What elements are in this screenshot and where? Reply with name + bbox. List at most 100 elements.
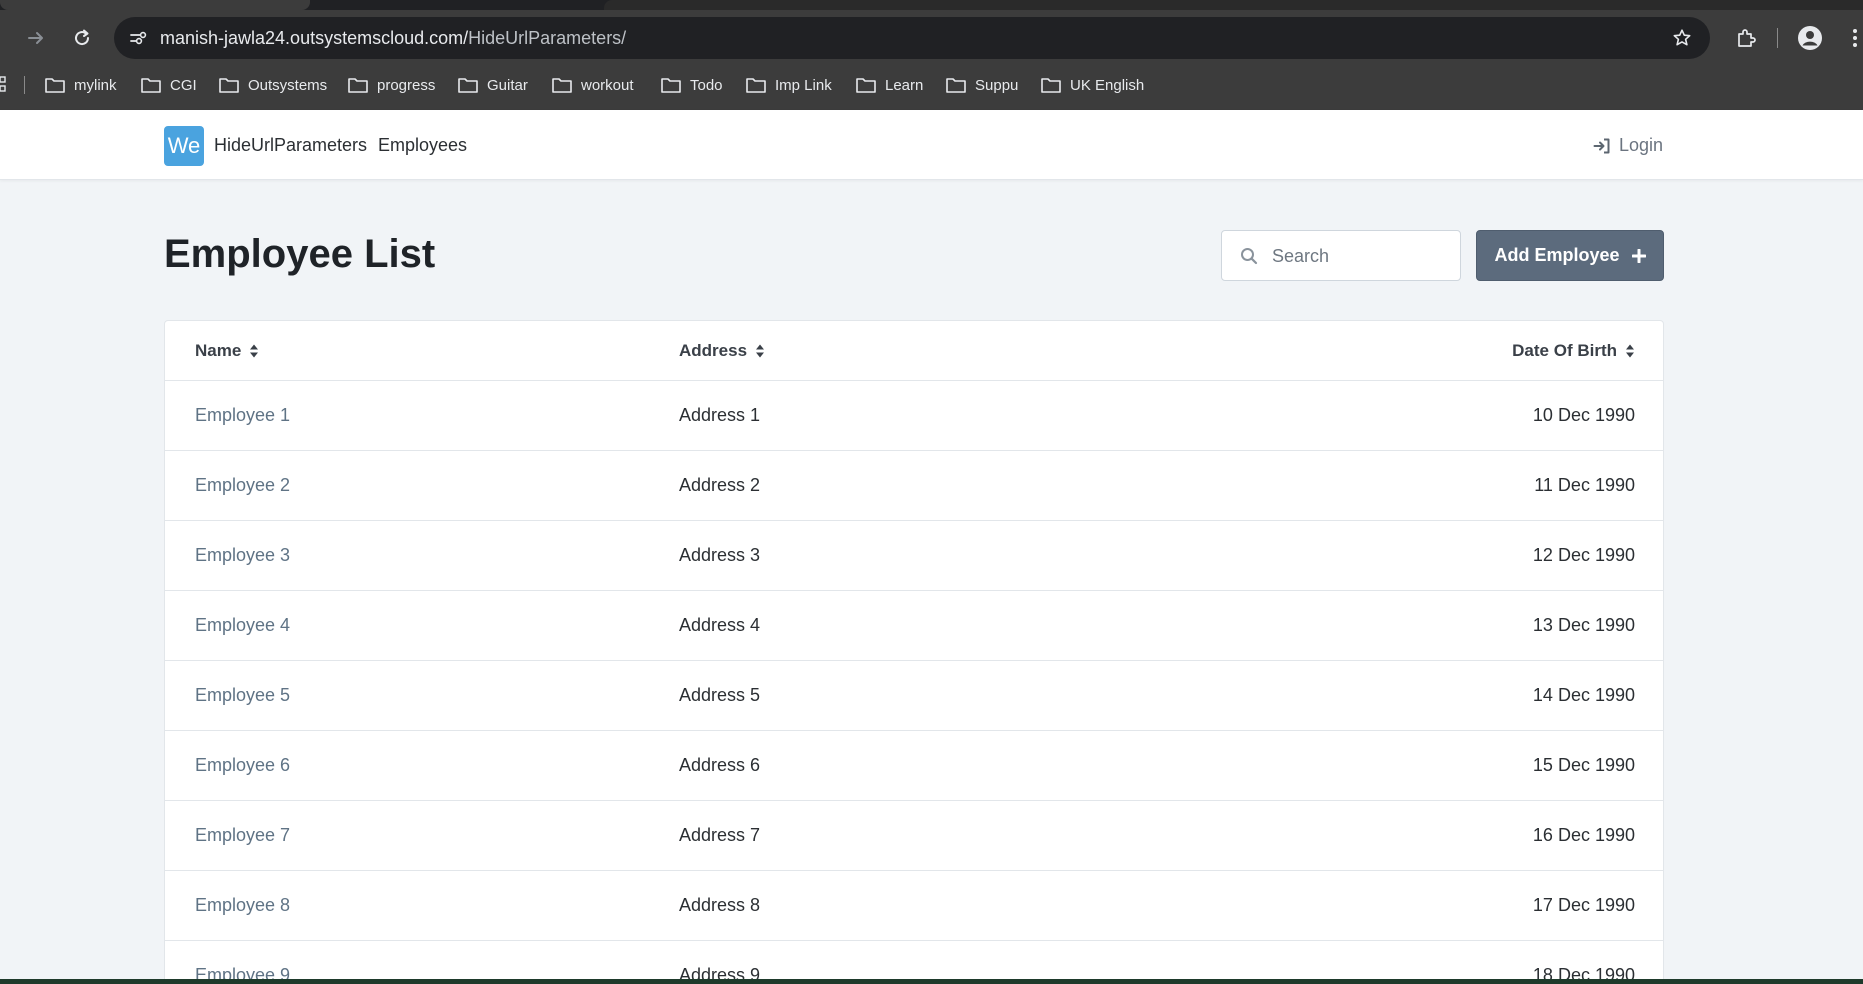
bookmark-guitar[interactable]: Guitar <box>457 72 528 98</box>
bookmark-progress[interactable]: progress <box>347 72 435 98</box>
bookmarks-divider <box>24 76 25 94</box>
bookmark-learn[interactable]: Learn <box>855 72 923 98</box>
folder-icon <box>141 78 161 93</box>
column-header-date-of-birth[interactable]: Date Of Birth <box>1512 341 1635 361</box>
menu-dots-icon[interactable] <box>1846 14 1863 62</box>
employee-table: Name Address Date Of Birth Employee 1 Ad… <box>164 320 1664 984</box>
bookmark-label: mylink <box>74 76 117 94</box>
bookmark-label: Guitar <box>487 76 528 94</box>
column-header-address[interactable]: Address <box>679 341 765 361</box>
table-row: Employee 5 Address 5 14 Dec 1990 <box>165 661 1663 731</box>
url-text[interactable]: manish-jawla24.outsystemscloud.com/HideU… <box>160 28 626 49</box>
tab-strip <box>0 0 1863 10</box>
add-employee-button[interactable]: Add Employee <box>1476 230 1664 281</box>
url-host: manish-jawla24.outsystemscloud.com/ <box>160 28 469 48</box>
table-row: Employee 4 Address 4 13 Dec 1990 <box>165 591 1663 661</box>
employee-name-link[interactable]: Employee 5 <box>195 685 290 706</box>
bookmark-uk-english[interactable]: UK English <box>1040 72 1144 98</box>
employee-address: Address 8 <box>679 895 761 915</box>
employee-address: Address 4 <box>679 615 761 635</box>
folder-icon <box>856 78 876 93</box>
table-row: Employee 6 Address 6 15 Dec 1990 <box>165 731 1663 801</box>
bookmark-label: Imp Link <box>775 76 832 94</box>
search-box[interactable] <box>1221 230 1461 281</box>
folder-icon <box>219 78 239 93</box>
table-header: Name Address Date Of Birth <box>165 321 1663 381</box>
employee-name-link[interactable]: Employee 2 <box>195 475 290 496</box>
employee-address: Address 2 <box>679 475 761 495</box>
bookmark-outsystems[interactable]: Outsystems <box>218 72 327 98</box>
bookmark-todo[interactable]: Todo <box>660 72 723 98</box>
column-header-label: Address <box>679 341 748 360</box>
employee-address: Address 5 <box>679 685 761 705</box>
browser-tab[interactable] <box>604 0 1863 10</box>
search-icon <box>1241 248 1258 265</box>
bookmark-mylink[interactable]: mylink <box>44 72 117 98</box>
site-settings-icon[interactable] <box>126 26 150 50</box>
employee-dob: 12 Dec 1990 <box>1532 545 1635 565</box>
login-label: Login <box>1618 135 1663 155</box>
employee-name-link[interactable]: Employee 1 <box>195 405 290 426</box>
extensions-icon[interactable] <box>1728 14 1764 62</box>
bookmark-workout[interactable]: workout <box>551 72 634 98</box>
table-row: Employee 9 Address 9 18 Dec 1990 <box>165 941 1663 983</box>
employee-name-link[interactable]: Employee 6 <box>195 755 290 776</box>
browser-toolbar: manish-jawla24.outsystemscloud.com/HideU… <box>0 14 1863 62</box>
table-row: Employee 2 Address 2 11 Dec 1990 <box>165 451 1663 521</box>
column-header-label: Date Of Birth <box>1512 341 1617 360</box>
column-header-name[interactable]: Name <box>195 341 259 361</box>
bookmark-suppu[interactable]: Suppu <box>945 72 1018 98</box>
employee-dob: 15 Dec 1990 <box>1532 755 1635 775</box>
toolbar-divider <box>1776 14 1778 62</box>
employee-dob: 14 Dec 1990 <box>1532 685 1635 705</box>
employee-name-link[interactable]: Employee 3 <box>195 545 290 566</box>
search-input[interactable] <box>1272 243 1452 269</box>
app-name-link[interactable]: HideUrlParameters <box>214 135 367 156</box>
bookmark-label: progress <box>377 76 436 94</box>
bookmarks-bar: mylink CGI Outsystems progress Guitar wo… <box>0 68 1863 102</box>
menu-item-employees[interactable]: Employees <box>378 135 467 156</box>
folder-icon <box>45 78 65 93</box>
folder-icon <box>661 78 681 93</box>
employee-address: Address 1 <box>679 405 761 425</box>
forward-arrow-icon[interactable] <box>16 14 56 62</box>
browser-tab[interactable] <box>0 0 310 10</box>
table-row: Employee 3 Address 3 12 Dec 1990 <box>165 521 1663 591</box>
employee-name-link[interactable]: Employee 7 <box>195 825 290 846</box>
apps-grid-icon[interactable] <box>0 76 8 99</box>
bookmark-label: CGI <box>170 76 197 94</box>
folder-icon <box>458 78 478 93</box>
profile-icon[interactable] <box>1792 14 1828 62</box>
star-icon[interactable] <box>1670 26 1694 50</box>
employee-dob: 11 Dec 1990 <box>1534 475 1635 495</box>
taskbar-edge <box>0 979 1863 984</box>
employee-dob: 10 Dec 1990 <box>1532 405 1635 425</box>
sort-icon <box>1626 344 1634 358</box>
plus-icon <box>1631 248 1646 263</box>
employee-dob: 13 Dec 1990 <box>1532 615 1635 635</box>
bookmark-cgi[interactable]: CGI <box>140 72 197 98</box>
bookmark-label: Learn <box>885 76 924 94</box>
employee-address: Address 7 <box>679 825 761 845</box>
login-link[interactable]: Login <box>1593 135 1663 156</box>
address-bar[interactable]: manish-jawla24.outsystemscloud.com/HideU… <box>114 17 1710 59</box>
bookmark-label: UK English <box>1070 76 1145 94</box>
bookmark-imp-link[interactable]: Imp Link <box>745 72 832 98</box>
column-header-label: Name <box>195 341 242 360</box>
bookmark-label: Todo <box>690 76 723 94</box>
employee-address: Address 6 <box>679 755 761 775</box>
employee-name-link[interactable]: Employee 4 <box>195 615 290 636</box>
folder-icon <box>1041 78 1061 93</box>
folder-icon <box>348 78 368 93</box>
folder-icon <box>946 78 966 93</box>
employee-name-link[interactable]: Employee 8 <box>195 895 290 916</box>
bookmark-label: Outsystems <box>248 76 328 94</box>
reload-icon[interactable] <box>62 14 102 62</box>
table-row: Employee 8 Address 8 17 Dec 1990 <box>165 871 1663 941</box>
employee-address: Address 3 <box>679 545 761 565</box>
table-row: Employee 1 Address 1 10 Dec 1990 <box>165 381 1663 451</box>
table-row: Employee 7 Address 7 16 Dec 1990 <box>165 801 1663 871</box>
app-logo[interactable]: We <box>164 126 204 166</box>
page-title: Employee List <box>164 232 436 276</box>
bookmark-label: workout <box>581 76 634 94</box>
